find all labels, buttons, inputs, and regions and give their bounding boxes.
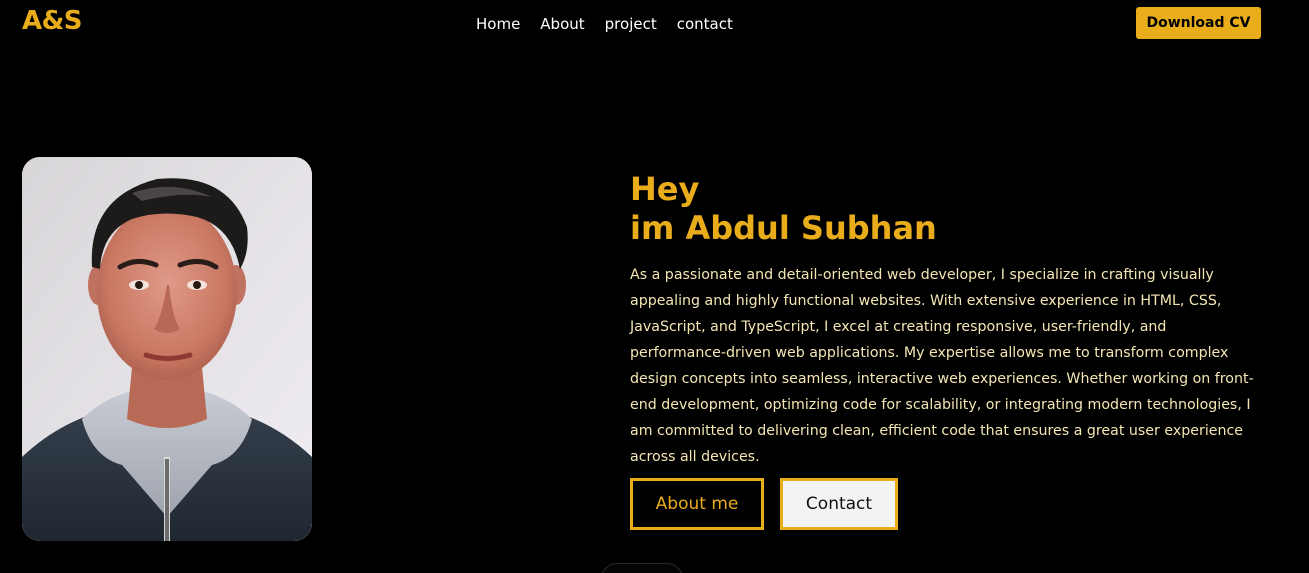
download-cv-button[interactable]: Download CV — [1136, 7, 1261, 39]
portfolio-page: A&S Home About project contact Download … — [0, 0, 1309, 573]
profile-photo — [22, 157, 312, 541]
hero-actions: About me Contact — [630, 478, 898, 530]
nav-project-link[interactable]: project — [605, 14, 657, 34]
nav-contact-link[interactable]: contact — [677, 14, 733, 34]
hero-heading: Hey im Abdul Subhan — [630, 170, 1270, 248]
hero-description: As a passionate and detail-oriented web … — [630, 267, 1254, 465]
hero-greeting: Hey — [630, 170, 700, 208]
hero-section: Hey im Abdul Subhan As a passionate and … — [630, 170, 1270, 470]
portrait-image — [22, 157, 312, 541]
nav-home-link[interactable]: Home — [476, 14, 520, 34]
contact-button[interactable]: Contact — [780, 478, 898, 530]
site-logo[interactable]: A&S — [22, 6, 83, 36]
hero-name: im Abdul Subhan — [630, 209, 937, 247]
main-nav: Home About project contact — [476, 14, 733, 34]
nav-about-link[interactable]: About — [540, 14, 584, 34]
about-me-button[interactable]: About me — [630, 478, 764, 530]
scroll-indicator[interactable] — [601, 563, 683, 573]
site-header: A&S Home About project contact Download … — [0, 0, 1309, 48]
